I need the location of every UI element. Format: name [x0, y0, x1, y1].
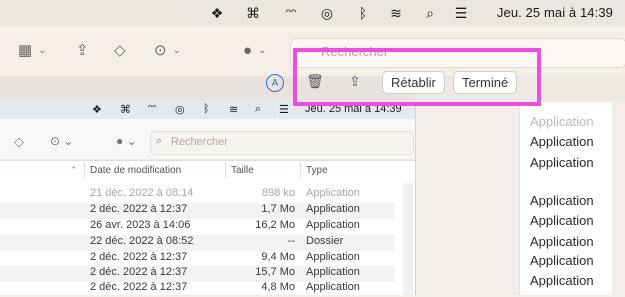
cell-type: Application — [306, 219, 360, 231]
table-row: 26 avr. 2023 à 14:06 16,2 Mo Application — [0, 219, 395, 235]
command-icon: ⌘ — [120, 104, 131, 116]
cell-date: 2 déc. 2022 à 12:37 — [90, 266, 188, 278]
search-icon: ⌕ — [255, 103, 262, 115]
account-button[interactable]: ● ⌄ — [243, 38, 266, 62]
table-row: 21 déc. 2022 à 08:14 898 ko Application — [0, 187, 395, 203]
chevron-down-icon: ⌄ — [172, 44, 181, 56]
table-row: 2 déc. 2022 à 12:37 1,7 Mo Application — [0, 203, 395, 219]
cell-size: 1,7 Mo — [261, 203, 295, 215]
cell-date: 26 avr. 2023 à 14:06 — [90, 219, 191, 231]
share-icon: ⇪ — [76, 42, 89, 59]
chevron-down-icon: ⌄ — [38, 44, 47, 56]
right-list-item: Application — [530, 155, 594, 170]
cell-type: Dossier — [306, 235, 344, 247]
cell-size: 898 ko — [261, 187, 295, 199]
cell-size: 9,4 Mo — [261, 251, 295, 263]
grid-view-icon: ▦ — [18, 42, 33, 59]
search-icon: ⌕ — [156, 135, 163, 147]
airpods-icon: ᵔᵔ — [148, 103, 157, 115]
cell-type: Application — [306, 266, 360, 278]
user-icon: ● ⌄ — [116, 134, 137, 148]
cell-type: Application — [306, 203, 360, 215]
column-separator — [300, 162, 301, 178]
right-list-item: Application — [530, 213, 594, 228]
cell-date: 2 déc. 2022 à 12:37 — [90, 281, 188, 293]
column-separator — [84, 162, 85, 178]
table-row: 2 déc. 2022 à 12:37 9,4 Mo Application — [0, 251, 395, 267]
cell-type: Application — [306, 281, 360, 293]
cell-date: 2 déc. 2022 à 12:37 — [90, 251, 188, 263]
share-button[interactable]: ⇪ — [76, 38, 89, 62]
column-header-date: Date de modification — [90, 165, 182, 176]
bluetooth-icon[interactable]: ᛒ — [354, 4, 372, 22]
header-divider — [0, 160, 415, 161]
cell-type: Application — [306, 187, 360, 199]
search-icon[interactable]: ⌕ — [421, 4, 439, 22]
column-header-type: Type — [306, 165, 328, 176]
sort-chevron-icon: ⌃ — [70, 165, 78, 175]
cell-date: 2 déc. 2022 à 12:37 — [90, 203, 188, 215]
table-row: 2 déc. 2022 à 12:37 15,7 Mo Application — [0, 266, 395, 282]
cell-size: 16,2 Mo — [255, 219, 295, 231]
wifi-icon[interactable]: ≋ — [387, 4, 405, 22]
airdrop-icon[interactable]: ◎ — [318, 4, 336, 22]
table-row: 22 déc. 2022 à 08:52 -- Dossier — [0, 235, 395, 251]
ellipsis-icon: ⊙ — [154, 42, 167, 59]
control-center-icon: ☰ — [279, 104, 289, 116]
chevron-down-icon: ⌄ — [258, 44, 267, 56]
cell-size: 15,7 Mo — [255, 266, 295, 278]
bluetooth-icon: ᛒ — [203, 103, 210, 115]
airpods-icon[interactable]: ᵔᵔ — [282, 4, 300, 22]
user-icon: ● — [243, 41, 253, 59]
wifi-icon: ≋ — [229, 104, 239, 116]
cell-type: Application — [306, 251, 360, 263]
right-list-item: Application — [530, 253, 594, 268]
menu-bar-clock[interactable]: Jeu. 25 mai à 14:39 — [497, 5, 613, 20]
inner-search-placeholder: Rechercher — [171, 136, 228, 148]
more-actions-icon: ⊙ ⌄ — [50, 134, 74, 148]
right-list-item: Application — [530, 193, 594, 208]
markup-icon[interactable]: A — [266, 74, 284, 92]
dropbox-icon: ❖ — [92, 104, 102, 116]
column-header-size: Taille — [231, 165, 254, 176]
right-list-item: Application — [530, 234, 594, 249]
cell-date: 21 déc. 2022 à 08:14 — [90, 187, 194, 199]
column-separator — [225, 162, 226, 178]
command-icon[interactable]: ⌘ — [244, 4, 262, 22]
more-actions-button[interactable]: ⊙ ⌄ — [154, 38, 181, 62]
dropbox-icon[interactable]: ❖ — [208, 4, 226, 22]
right-list-item: Application — [530, 114, 594, 129]
right-list-item: Application — [530, 134, 594, 149]
airdrop-icon: ◎ — [175, 104, 185, 116]
cell-size: 4,8 Mo — [261, 281, 295, 293]
right-list-item: Application — [530, 273, 594, 288]
highlight-box — [293, 48, 541, 106]
inner-search-input: ⌕ Rechercher — [150, 131, 414, 155]
tag-button[interactable]: ◇ — [114, 38, 126, 62]
tag-icon: ◇ — [114, 42, 126, 59]
control-center-icon[interactable]: ☰ — [452, 4, 470, 22]
scrollbar[interactable] — [403, 183, 413, 295]
view-options-button[interactable]: ▦ ⌄ — [18, 38, 47, 62]
tag-icon: ◇ — [14, 134, 24, 149]
cell-size: -- — [287, 235, 295, 247]
cell-date: 22 déc. 2022 à 08:52 — [90, 235, 194, 247]
